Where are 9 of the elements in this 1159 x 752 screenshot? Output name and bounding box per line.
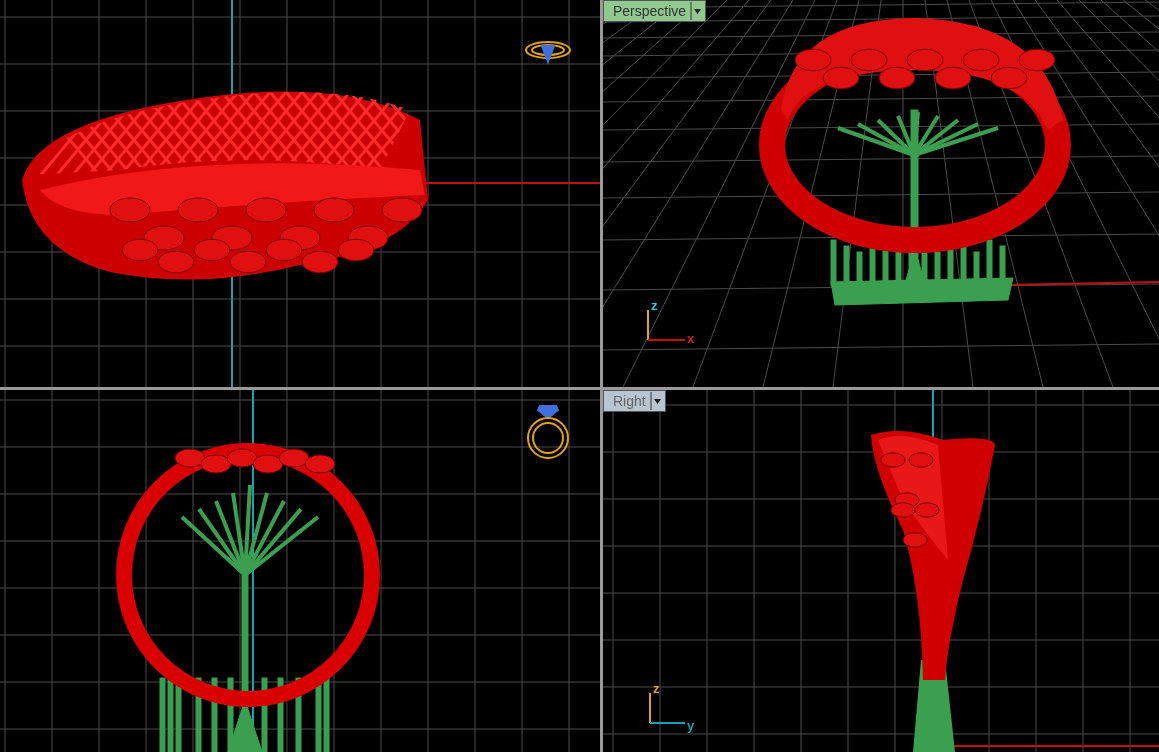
axis-label: x (687, 331, 695, 346)
axis-label: z (653, 681, 660, 696)
axis-label: z (651, 298, 658, 313)
viewport-tab[interactable]: Perspective (603, 0, 707, 22)
axis-label: y (687, 718, 695, 733)
caret-icon (649, 392, 662, 410)
ring-icon (527, 405, 569, 459)
ring-icon (525, 41, 571, 65)
caret-icon (690, 2, 703, 20)
